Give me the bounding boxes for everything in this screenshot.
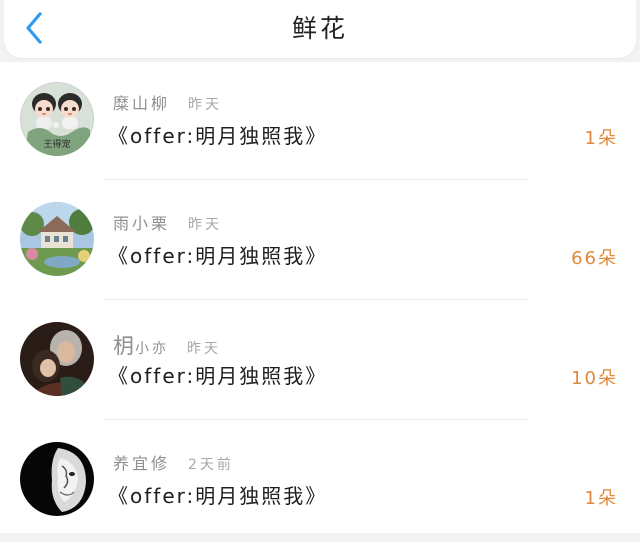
flower-count: 66朵 (571, 248, 618, 269)
user-name[interactable]: 糜山柳 (113, 90, 170, 114)
divider (104, 299, 528, 300)
name-line: 枂小亦 昨天 (113, 330, 221, 358)
book-title[interactable]: 《offer:明月独照我》 (108, 480, 327, 509)
name-line: 雨小栗 昨天 (113, 210, 223, 234)
list-item[interactable]: 枂小亦 昨天 《offer:明月独照我》 10朵 (0, 302, 640, 422)
top-bar: 鲜花 (4, 0, 636, 58)
page-title: 鲜花 (291, 14, 348, 43)
avatar-caption: 王得宠 (43, 140, 71, 150)
timestamp: 昨天 (188, 217, 223, 233)
name-line: 糜山柳 昨天 (113, 90, 223, 114)
user-name[interactable]: 雨小栗 (113, 210, 170, 234)
list-item[interactable]: 王得宠 糜山柳 昨天 《offer:明月独照我》 1朵 (0, 62, 640, 182)
timestamp: 昨天 (188, 97, 223, 113)
user-name[interactable]: 养宜修 (113, 450, 170, 474)
book-title[interactable]: 《offer:明月独照我》 (108, 120, 327, 149)
user-name[interactable]: 枂小亦 (113, 330, 169, 360)
user-avatar[interactable] (20, 442, 94, 516)
flower-count: 10朵 (571, 368, 618, 389)
timestamp: 2天前 (188, 457, 234, 473)
book-title[interactable]: 《offer:明月独照我》 (108, 360, 327, 389)
divider (104, 179, 528, 180)
timestamp: 昨天 (187, 341, 221, 357)
book-title[interactable]: 《offer:明月独照我》 (108, 240, 327, 269)
name-line: 养宜修 2天前 (113, 450, 234, 474)
list-item[interactable]: 雨小栗 昨天 《offer:明月独照我》 66朵 (0, 182, 640, 302)
list-item[interactable]: 养宜修 2天前 《offer:明月独照我》 1朵 (0, 422, 640, 542)
user-avatar[interactable] (20, 202, 94, 276)
user-name-prefix: 枂 (113, 334, 135, 358)
flower-count: 1朵 (584, 488, 618, 509)
user-avatar[interactable]: 王得宠 (20, 82, 94, 156)
flower-record-list: 王得宠 糜山柳 昨天 《offer:明月独照我》 1朵 雨小栗 昨天 《offe… (0, 62, 640, 533)
user-name-suffix: 小亦 (135, 341, 169, 357)
user-avatar[interactable] (20, 322, 94, 396)
flower-count: 1朵 (584, 128, 618, 149)
divider (104, 419, 528, 420)
